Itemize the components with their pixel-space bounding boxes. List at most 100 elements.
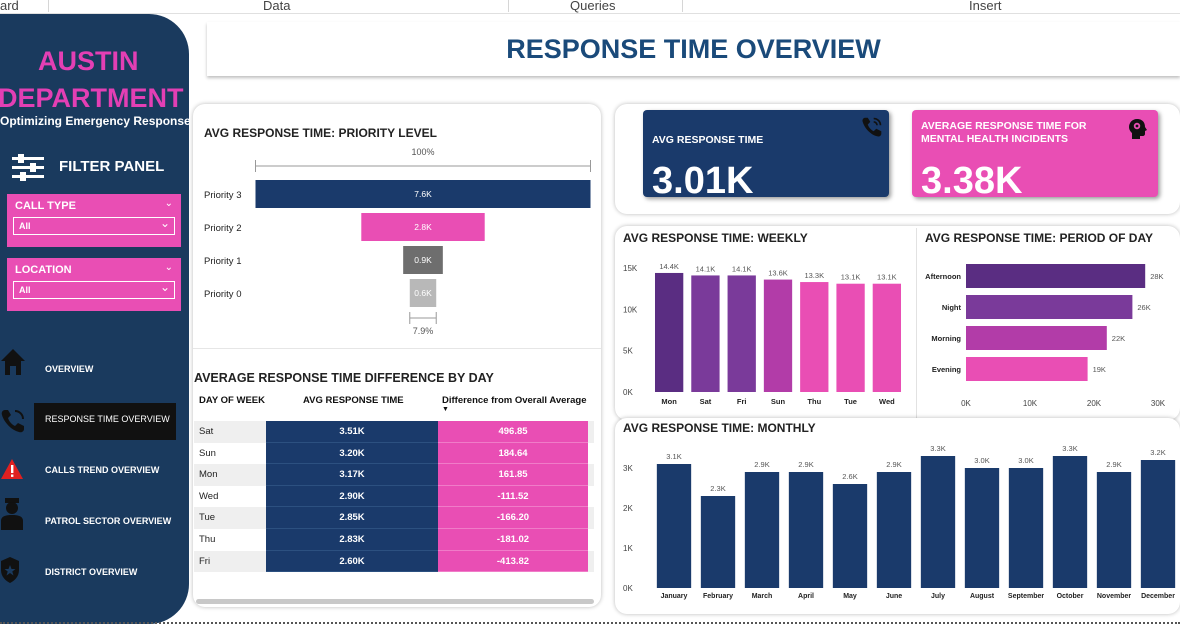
table-row[interactable]: Sun 3.20K 184.64 [194, 442, 594, 465]
y-tick-label: 0K [623, 584, 633, 593]
home-icon[interactable] [0, 348, 26, 381]
page-edge [0, 622, 1180, 624]
weekly-category-label: Wed [879, 397, 895, 406]
table-row[interactable]: Fri 2.60K -413.82 [194, 550, 594, 573]
monthly-category-label: May [843, 593, 857, 600]
chevron-down-icon[interactable]: ⌄ [160, 280, 170, 294]
ribbon-tab-insert[interactable]: Insert [969, 0, 1002, 13]
monthly-category-label: September [1008, 593, 1044, 600]
horizontal-scrollbar[interactable] [196, 599, 594, 604]
priority-category-label: Priority 2 [204, 223, 241, 234]
period-bar [966, 295, 1133, 319]
table-row[interactable]: Tue 2.85K -166.20 [194, 507, 594, 529]
priority-value-label: 2.8K [414, 222, 432, 232]
table-row[interactable]: Sat 3.51K 496.85 [194, 421, 594, 443]
period-category-label: Night [942, 303, 962, 312]
weekly-value-label: 14.4K [659, 262, 679, 271]
weekly-value-label: 14.1K [732, 264, 752, 273]
monthly-bar [744, 472, 780, 588]
period-category-label: Evening [932, 365, 962, 374]
monthly-bar [700, 496, 736, 588]
cell-avg-response: 2.85K [266, 507, 438, 529]
monthly-value-label: 3.1K [666, 452, 681, 461]
cell-avg-response: 3.17K [266, 464, 438, 486]
slicer-label: CALL TYPE [15, 200, 76, 212]
priority-value-label: 0.6K [414, 288, 432, 298]
nav-patrol-sector-overview[interactable]: PATROL SECTOR OVERVIEW [45, 516, 171, 526]
x-tick-label: 20K [1087, 399, 1102, 408]
ribbon-tab-queries[interactable]: Queries [570, 0, 616, 13]
badge-icon[interactable] [0, 556, 20, 589]
cell-avg-response: 3.20K [266, 442, 438, 465]
nav-calls-trend-overview[interactable]: CALLS TREND OVERVIEW [45, 465, 159, 475]
chevron-down-icon[interactable]: ⌄ [160, 216, 170, 230]
phone-icon[interactable] [0, 408, 26, 439]
monthly-value-label: 2.9K [886, 460, 901, 469]
y-tick-label: 5K [623, 347, 633, 356]
priority-category-label: Priority 3 [204, 190, 241, 201]
monthly-category-label: June [886, 593, 902, 600]
dropdown-value: All [19, 285, 31, 295]
nav-response-time-overview[interactable]: RESPONSE TIME OVERVIEW [45, 414, 170, 424]
warning-icon[interactable] [0, 458, 24, 485]
table-row[interactable]: Thu 2.83K -181.02 [194, 528, 594, 551]
page-title: RESPONSE TIME OVERVIEW [506, 34, 881, 64]
location-dropdown[interactable]: All ⌄ [13, 280, 175, 299]
period-of-day-chart: Afternoon 28K Night 26K Morning 22K Evening 19K… [925, 264, 1166, 408]
nav-district-overview[interactable]: DISTRICT OVERVIEW [45, 567, 137, 577]
monthly-value-label: 2.3K [710, 484, 725, 493]
period-category-label: Morning [931, 334, 961, 343]
weekly-value-label: 13.1K [841, 273, 861, 282]
x-tick-label: 30K [1151, 399, 1166, 408]
chevron-down-icon[interactable]: ⌄ [165, 198, 173, 209]
monthly-category-label: March [752, 593, 773, 600]
table-row[interactable]: Mon 3.17K 161.85 [194, 464, 594, 486]
cell-avg-response: 2.90K [266, 485, 438, 508]
priority-chart: 100% Priority 3 7.6K Priority 2 2.8K Priority… [204, 147, 591, 336]
kpi-value: 3.01K [652, 160, 754, 202]
column-header-day[interactable]: DAY OF WEEK [199, 395, 265, 406]
x-tick-label: 10K [1023, 399, 1038, 408]
period-value-label: 28K [1150, 272, 1163, 281]
period-chart-title: AVG RESPONSE TIME: PERIOD OF DAY [925, 231, 1154, 245]
monthly-value-label: 3.2K [1150, 448, 1165, 457]
column-header-avg-response[interactable]: AVG RESPONSE TIME [303, 395, 404, 406]
weekly-category-label: Sun [771, 397, 786, 406]
cell-avg-response: 3.51K [266, 421, 438, 443]
cell-difference: -111.52 [438, 485, 588, 508]
ribbon-divider [508, 0, 509, 12]
chevron-down-icon[interactable]: ⌄ [165, 262, 173, 273]
monthly-value-label: 3.0K [974, 456, 989, 465]
monthly-value-label: 3.3K [930, 444, 945, 453]
cell-difference: -181.02 [438, 528, 588, 551]
cell-difference: 496.85 [438, 421, 588, 443]
call-type-slicer[interactable]: CALL TYPE ⌄ All ⌄ [7, 194, 181, 247]
officer-icon[interactable] [0, 498, 24, 535]
weekly-value-label: 13.3K [804, 271, 824, 280]
weekly-category-label: Tue [844, 397, 857, 406]
kpi-label: AVERAGE RESPONSE TIME FOR MENTAL HEALTH … [921, 120, 1087, 145]
ribbon-divider [48, 0, 49, 12]
monthly-category-label: February [703, 593, 733, 600]
weekly-category-label: Thu [807, 397, 821, 406]
period-bar [966, 264, 1146, 288]
call-type-dropdown[interactable]: All ⌄ [13, 216, 175, 235]
ribbon-tab-board[interactable]: ard [0, 0, 19, 13]
sort-descending-icon[interactable]: ▼ [442, 406, 449, 413]
table-row[interactable]: Wed 2.90K -111.52 [194, 485, 594, 508]
ribbon-tab-data[interactable]: Data [263, 0, 290, 13]
nav-overview[interactable]: OVERVIEW [45, 364, 93, 374]
monthly-bar [1140, 460, 1176, 588]
cell-difference: 184.64 [438, 442, 588, 465]
location-slicer[interactable]: LOCATION ⌄ All ⌄ [7, 258, 181, 311]
kpi-card-avg-response: AVG RESPONSE TIME 3.01K [643, 110, 889, 202]
priority-value-label: 0.9K [414, 255, 432, 265]
y-tick-label: 2K [623, 504, 633, 513]
weekly-value-label: 13.1K [877, 273, 897, 282]
cell-difference: -166.20 [438, 507, 588, 529]
brain-head-icon [1128, 118, 1148, 145]
column-header-difference[interactable]: Difference from Overall Average [442, 395, 587, 406]
monthly-category-label: December [1141, 593, 1175, 600]
y-tick-label: 15K [623, 264, 638, 273]
y-tick-label: 0K [623, 388, 633, 397]
